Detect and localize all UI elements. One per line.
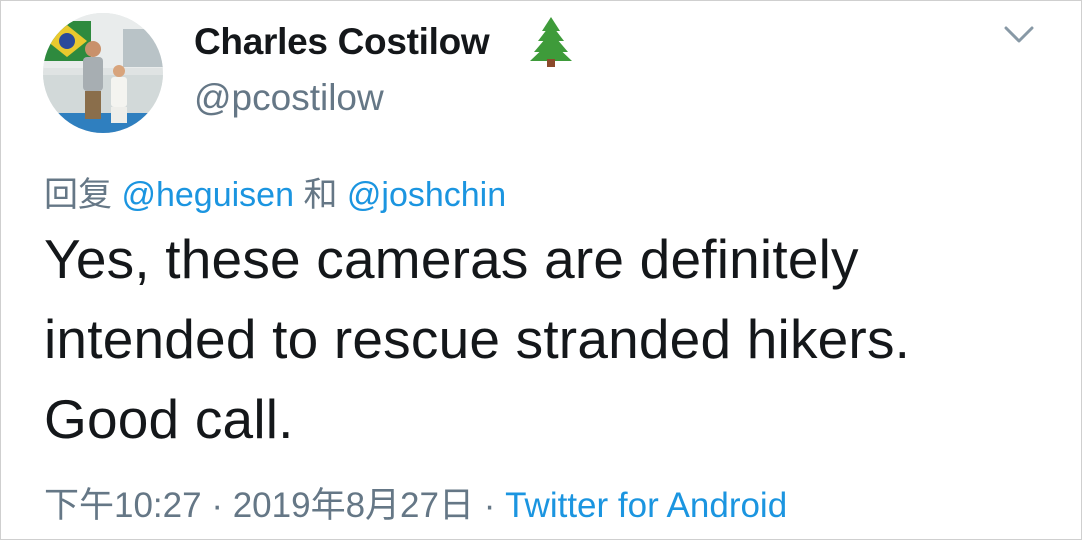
mention-heguisen[interactable]: @heguisen (121, 176, 294, 214)
reply-conjunction: 和 (303, 176, 338, 214)
meta-separator: · (211, 486, 223, 525)
reply-prefix: 回复 (44, 176, 112, 214)
avatar[interactable] (43, 13, 163, 133)
tweet-text: Yes, these cameras are definitely intend… (44, 219, 1054, 459)
tweet-source-link[interactable]: Twitter for Android (505, 486, 787, 525)
tweet-text-line: intended to rescue stranded hikers. (44, 308, 911, 370)
tweet-time[interactable]: 下午10:27 (44, 486, 202, 525)
author-display-name[interactable]: Charles Costilow (194, 21, 490, 63)
reply-context: 回复 @heguisen 和 @joshchin (44, 167, 506, 216)
tweet-card: Charles Costilow @pcostilow 回复 @heguisen… (0, 0, 1082, 540)
meta-separator: · (483, 486, 496, 525)
tweet-metadata: 下午10:27 · 2019年8月27日 · Twitter for Andro… (44, 477, 787, 528)
tweet-date[interactable]: 2019年8月27日 (233, 486, 474, 525)
tweet-text-line: Good call. (44, 388, 294, 450)
evergreen-tree-icon (530, 17, 572, 67)
mention-joshchin[interactable]: @joshchin (347, 176, 506, 214)
avatar-photo (43, 13, 163, 133)
chevron-down-icon[interactable] (999, 19, 1039, 49)
author-handle[interactable]: @pcostilow (194, 77, 384, 119)
tweet-text-line: Yes, these cameras are definitely (44, 228, 859, 290)
